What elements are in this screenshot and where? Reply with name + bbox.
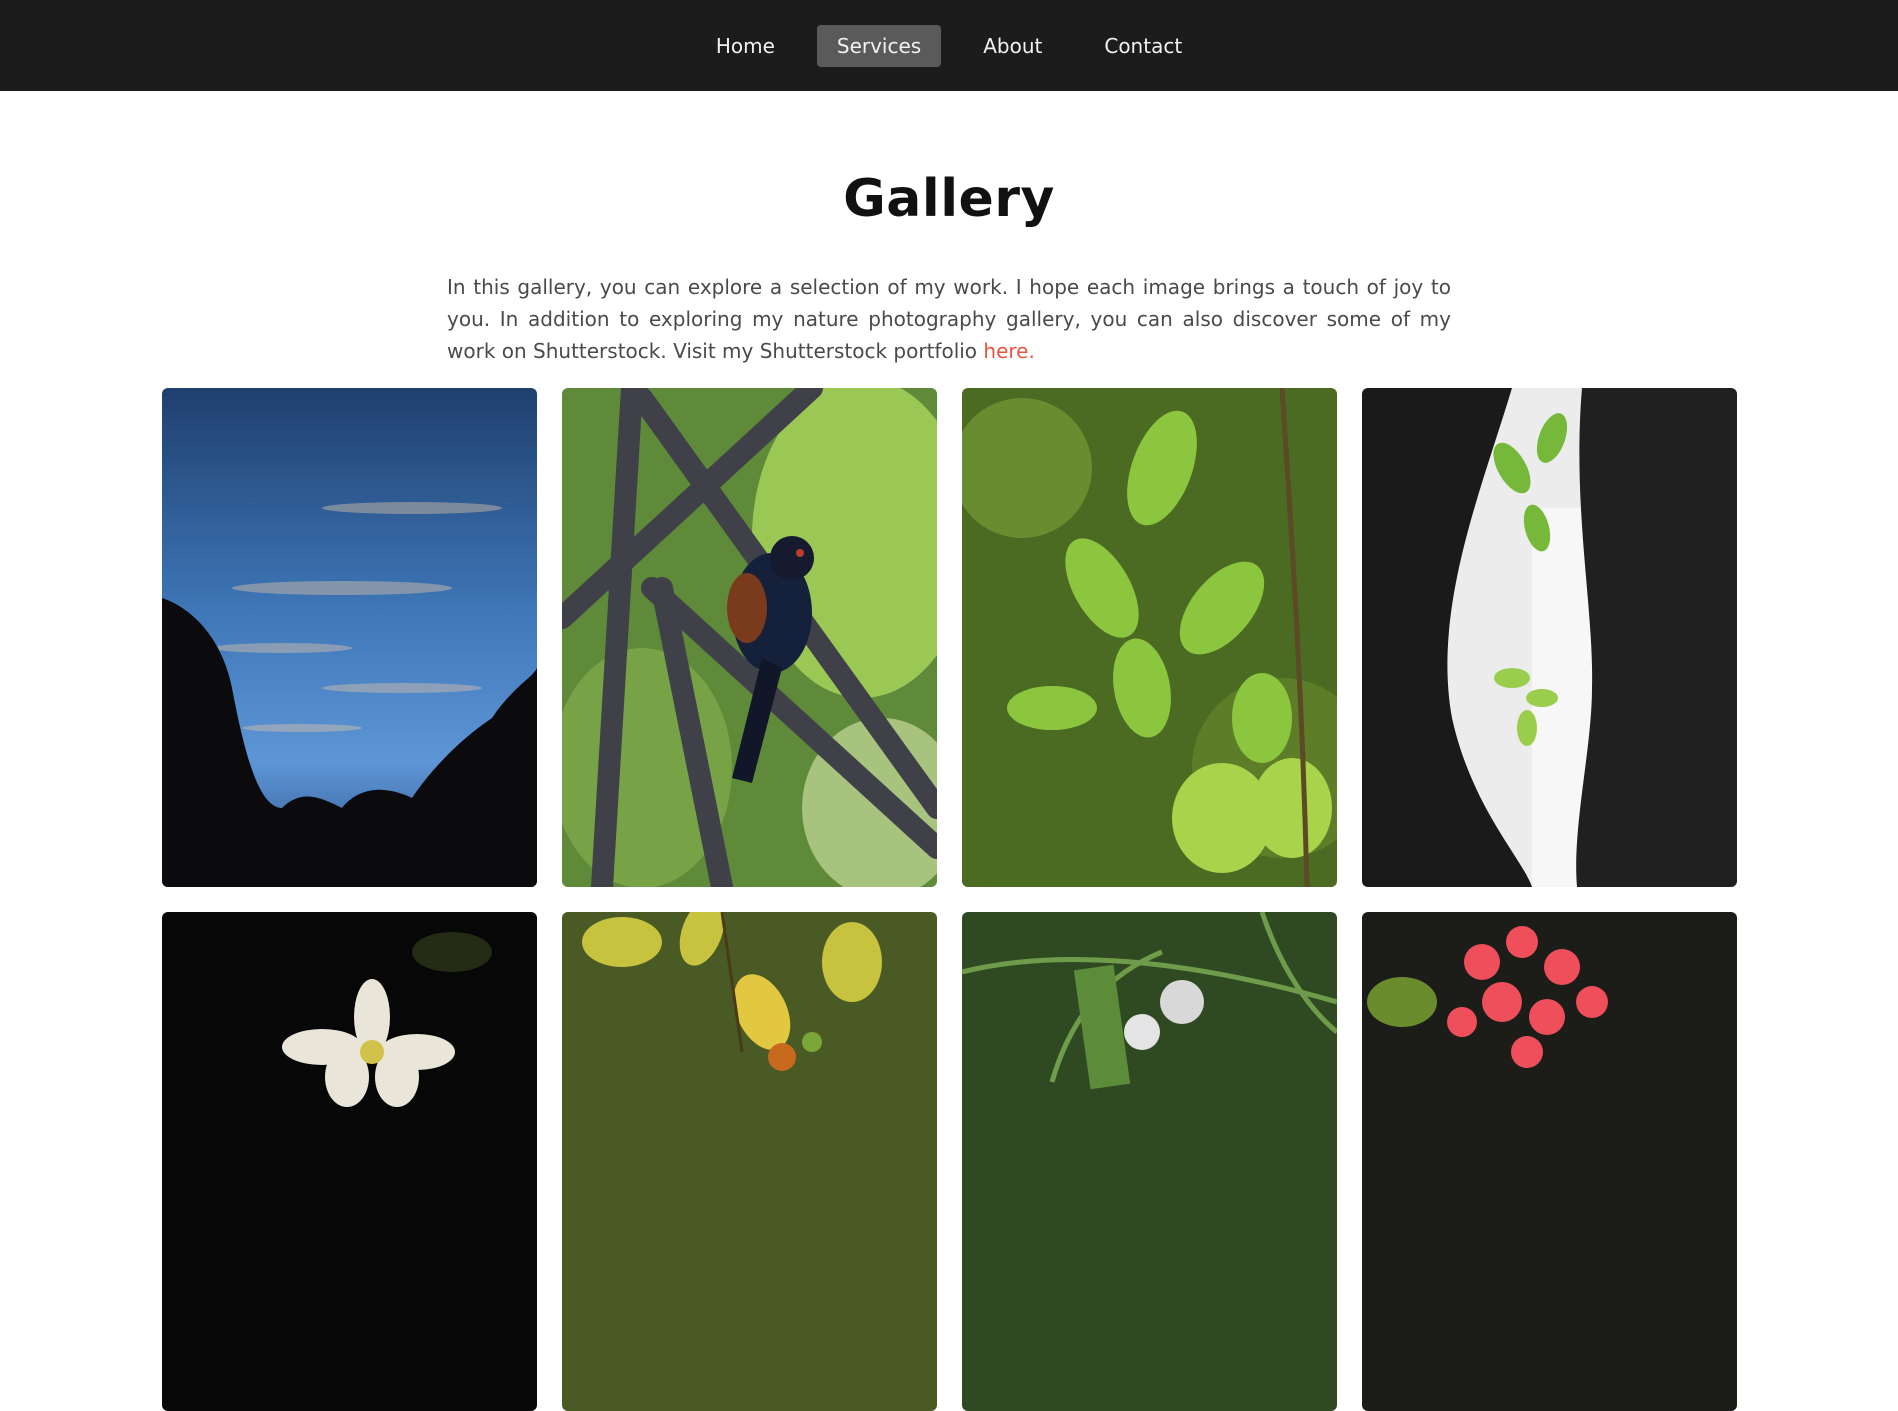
- leaves-photo-image: [962, 388, 1337, 887]
- white-flower-photo-image: [162, 912, 537, 1411]
- nav-services-link[interactable]: Services: [816, 24, 942, 67]
- page-title: Gallery: [843, 169, 1055, 229]
- nav-about-link[interactable]: About: [963, 25, 1062, 67]
- gallery-intro-text: In this gallery, you can explore a selec…: [447, 275, 1451, 363]
- sky-photo-image: [162, 388, 537, 887]
- nav-home-link[interactable]: Home: [696, 25, 795, 67]
- gallery-intro: In this gallery, you can explore a selec…: [447, 271, 1451, 367]
- gallery-photo-trunk[interactable]: [1362, 388, 1737, 887]
- gallery-photo-bird[interactable]: [562, 388, 937, 887]
- trunk-photo-image: [1362, 388, 1737, 887]
- bird-photo-image: [562, 388, 937, 887]
- gallery-photo-puff-flowers[interactable]: [962, 912, 1337, 1411]
- gallery-photo-leaves[interactable]: [962, 388, 1337, 887]
- berries-photo-image: [562, 912, 937, 1411]
- nav-contact-link[interactable]: Contact: [1084, 25, 1202, 67]
- photo-grid: [162, 388, 1737, 1411]
- gallery-photo-red-flowers[interactable]: [1362, 912, 1737, 1411]
- red-flowers-photo-image: [1362, 912, 1737, 1411]
- gallery-photo-sky[interactable]: [162, 388, 537, 887]
- gallery-photo-berries[interactable]: [562, 912, 937, 1411]
- shutterstock-link[interactable]: here.: [983, 339, 1034, 363]
- top-navbar: Home Services About Contact: [0, 0, 1898, 91]
- puff-flowers-photo-image: [962, 912, 1337, 1411]
- gallery-photo-white-flower[interactable]: [162, 912, 537, 1411]
